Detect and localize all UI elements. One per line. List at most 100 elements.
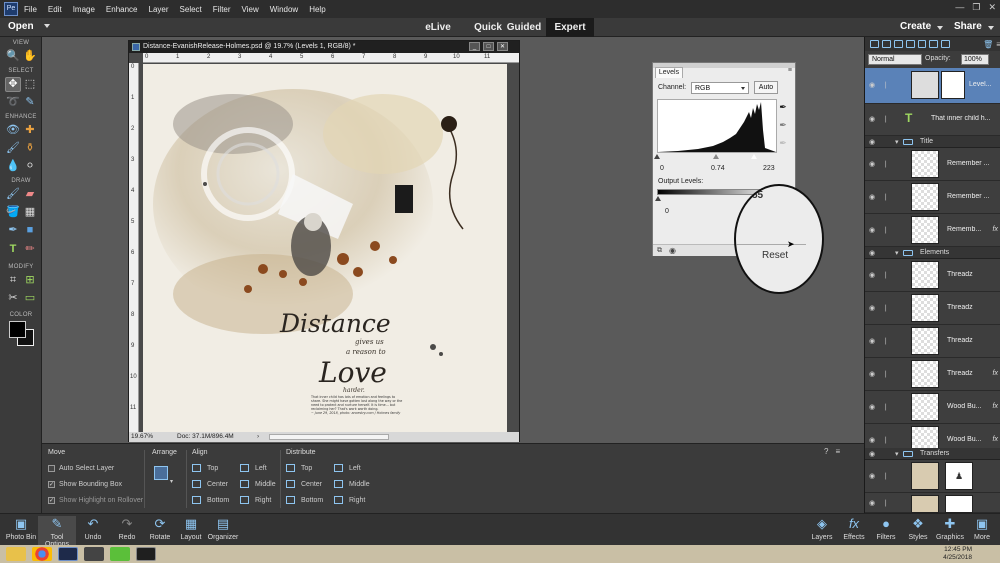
link-icon[interactable]: ∣: [884, 403, 888, 411]
zoom-level[interactable]: 19.67%: [131, 432, 153, 442]
layer-row[interactable]: ◉ ∣ ♟: [865, 460, 1000, 493]
layer-row[interactable]: ◉ ∣ Threadz: [865, 292, 1000, 325]
eraser-tool-icon[interactable]: ▰: [22, 187, 38, 202]
new-layer-icon[interactable]: [870, 40, 879, 48]
visibility-eye-icon[interactable]: ◉: [869, 403, 875, 411]
align-right-button[interactable]: Right: [240, 496, 271, 504]
hand-tool-icon[interactable]: ✋: [22, 49, 38, 64]
filters-button[interactable]: ● Filters: [872, 516, 900, 541]
link-layers-icon[interactable]: [941, 40, 951, 48]
camtasia-icon[interactable]: [110, 547, 130, 561]
link-icon[interactable]: ∣: [884, 115, 888, 123]
visibility-eye-icon[interactable]: ◉: [869, 499, 875, 507]
photoshop-elements-icon[interactable]: [58, 547, 78, 561]
adjustment-layer-icon[interactable]: [893, 40, 903, 48]
show-highlight-checkbox[interactable]: ✓ Show Highlight on Rollover: [48, 497, 143, 504]
link-icon[interactable]: ∣: [884, 472, 888, 480]
auto-select-layer-checkbox[interactable]: Auto Select Layer: [48, 465, 114, 472]
input-black-handle[interactable]: [654, 154, 660, 159]
fx-badge[interactable]: fx: [993, 403, 998, 410]
input-levels-slider[interactable]: [654, 154, 777, 160]
sponge-tool-icon[interactable]: ⚪: [22, 159, 38, 174]
options-menu-icon[interactable]: ≡: [835, 447, 840, 456]
fx-badge[interactable]: fx: [993, 436, 998, 443]
new-group-icon[interactable]: [881, 40, 891, 48]
layer-row[interactable]: ◉ ∣ Level...: [865, 68, 1000, 104]
arrange-dropdown-icon[interactable]: ▾: [170, 478, 173, 485]
input-white-value[interactable]: 223: [763, 165, 775, 172]
link-icon[interactable]: ∣: [884, 304, 888, 312]
arrange-icon[interactable]: [154, 466, 168, 480]
visibility-eye-icon[interactable]: ◉: [669, 246, 676, 255]
organizer-button[interactable]: ▤ Organizer: [206, 516, 240, 541]
lasso-tool-icon[interactable]: ➰: [5, 95, 21, 110]
menu-window[interactable]: Window: [270, 5, 298, 14]
layers-menu-icon[interactable]: ≡: [996, 40, 1000, 49]
input-black-value[interactable]: 0: [660, 165, 664, 172]
document-title-bar[interactable]: Distance-EvanishRelease-Holmes.psd @ 19.…: [129, 41, 519, 53]
lock-all-icon[interactable]: [929, 40, 939, 48]
shape-tool-icon[interactable]: ■: [22, 223, 38, 238]
content-aware-move-tool-icon[interactable]: ✂: [5, 291, 21, 306]
link-icon[interactable]: ∣: [884, 81, 888, 89]
expand-arrow-icon[interactable]: ▾: [895, 450, 899, 458]
clone-stamp-tool-icon[interactable]: ⚱: [22, 141, 38, 156]
layer-row[interactable]: ◉ ∣ Threadz: [865, 325, 1000, 358]
distribute-center-button[interactable]: Center: [286, 480, 322, 488]
layer-group[interactable]: ◉ ▾ Title: [865, 136, 1000, 148]
align-middle-button[interactable]: Middle: [240, 480, 276, 488]
share-dropdown-icon[interactable]: [988, 26, 994, 30]
app-icon[interactable]: [136, 547, 156, 561]
visibility-eye-icon[interactable]: ◉: [869, 271, 875, 279]
doc-close-icon[interactable]: ✕: [497, 42, 508, 51]
fx-badge[interactable]: fx: [993, 370, 998, 377]
show-bounding-box-checkbox[interactable]: ✓ Show Bounding Box: [48, 481, 122, 488]
link-icon[interactable]: ∣: [884, 499, 888, 507]
recompose-tool-icon[interactable]: ⊞: [22, 273, 38, 288]
zoom-tool-icon[interactable]: 🔍: [5, 49, 21, 64]
status-arrow-icon[interactable]: ›: [257, 432, 263, 442]
menu-filter[interactable]: Filter: [213, 5, 231, 14]
photo-bin-button[interactable]: ▣ Photo Bin: [4, 516, 38, 541]
menu-edit[interactable]: Edit: [48, 5, 62, 14]
layer-row[interactable]: ◉ ∣ Threadz fx: [865, 358, 1000, 391]
spot-healing-tool-icon[interactable]: ✚: [22, 123, 38, 138]
blur-tool-icon[interactable]: 💧: [5, 159, 21, 174]
levels-tab[interactable]: Levels: [655, 67, 683, 78]
link-icon[interactable]: ∣: [884, 160, 888, 168]
tab-expert[interactable]: Expert: [546, 18, 594, 37]
marquee-tool-icon[interactable]: ⬚: [22, 77, 38, 92]
tab-guided[interactable]: Guided: [502, 18, 546, 37]
layer-row[interactable]: ◉ ∣ Remember ...: [865, 181, 1000, 214]
checkbox-icon[interactable]: [48, 465, 55, 472]
layer-group[interactable]: ◉ ▾ Transfers: [865, 448, 1000, 460]
white-point-eyedropper-icon[interactable]: ✒: [777, 137, 789, 149]
visibility-eye-icon[interactable]: ◉: [869, 115, 875, 123]
maximize-icon[interactable]: ❐: [972, 2, 980, 13]
layer-row[interactable]: ◉ ∣ T That inner child h...: [865, 104, 1000, 136]
menu-file[interactable]: File: [24, 5, 37, 14]
share-button[interactable]: Share: [954, 21, 982, 32]
opacity-input[interactable]: 100%: [961, 54, 989, 65]
quick-selection-tool-icon[interactable]: ✎: [22, 95, 38, 110]
link-icon[interactable]: ∣: [884, 436, 888, 444]
layout-button[interactable]: ▦ Layout: [178, 516, 204, 541]
menu-view[interactable]: View: [242, 5, 259, 14]
visibility-eye-icon[interactable]: ◉: [869, 450, 875, 458]
red-eye-tool-icon[interactable]: 👁: [5, 123, 21, 138]
crop-tool-icon[interactable]: ⌗: [5, 273, 21, 288]
file-explorer-icon[interactable]: [6, 547, 26, 561]
menu-image[interactable]: Image: [73, 5, 95, 14]
type-tool-icon[interactable]: T: [5, 242, 21, 257]
visibility-eye-icon[interactable]: ◉: [869, 138, 875, 146]
black-point-eyedropper-icon[interactable]: ✒: [777, 101, 789, 113]
create-button[interactable]: Create: [900, 21, 931, 32]
gray-point-eyedropper-icon[interactable]: ✒: [777, 119, 789, 131]
visibility-eye-icon[interactable]: ◉: [869, 436, 875, 444]
distribute-top-button[interactable]: Top: [286, 464, 312, 472]
fx-badge[interactable]: fx: [993, 226, 998, 233]
menu-help[interactable]: Help: [309, 5, 325, 14]
output-black-handle[interactable]: [655, 196, 661, 201]
open-dropdown-icon[interactable]: [44, 24, 50, 28]
visibility-eye-icon[interactable]: ◉: [869, 304, 875, 312]
